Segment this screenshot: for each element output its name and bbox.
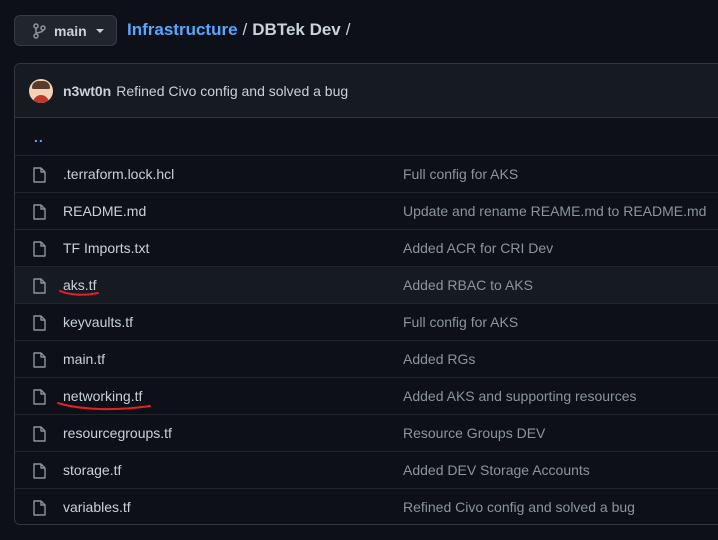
file-commit-message-link[interactable]: Added DEV Storage Accounts bbox=[403, 462, 590, 478]
latest-commit-bar: n3wt0n Refined Civo config and solved a … bbox=[15, 64, 718, 118]
file-name-link[interactable]: TF Imports.txt bbox=[63, 240, 149, 256]
git-branch-icon bbox=[31, 22, 47, 39]
breadcrumb-root-link[interactable]: Infrastructure bbox=[127, 20, 238, 40]
file-name-link[interactable]: aks.tf bbox=[63, 277, 96, 293]
file-row[interactable]: .terraform.lock.hcl Full config for AKS bbox=[15, 155, 718, 192]
parent-directory-row[interactable]: .. bbox=[15, 118, 718, 155]
file-row[interactable]: aks.tf Added RBAC to AKS bbox=[15, 266, 718, 303]
file-commit-message-link[interactable]: Added ACR for CRI Dev bbox=[403, 240, 553, 256]
breadcrumb-current: DBTek Dev bbox=[252, 20, 341, 39]
branch-selector-button[interactable]: main bbox=[14, 15, 117, 46]
file-icon bbox=[32, 352, 46, 368]
file-name-link[interactable]: .terraform.lock.hcl bbox=[63, 166, 174, 182]
file-icon bbox=[32, 315, 46, 331]
repo-topbar: main Infrastructure / DBTek Dev / bbox=[0, 0, 718, 62]
file-name-link[interactable]: resourcegroups.tf bbox=[63, 425, 172, 441]
breadcrumb-separator: / bbox=[242, 20, 248, 39]
file-name-link[interactable]: keyvaults.tf bbox=[63, 314, 133, 330]
file-name-link[interactable]: networking.tf bbox=[63, 388, 142, 404]
file-name-link[interactable]: storage.tf bbox=[63, 462, 121, 478]
file-commit-message-link[interactable]: Added RGs bbox=[403, 351, 475, 367]
file-icon bbox=[32, 241, 46, 257]
file-row[interactable]: resourcegroups.tf Resource Groups DEV bbox=[15, 414, 718, 451]
file-icon bbox=[32, 426, 46, 442]
file-icon bbox=[32, 204, 46, 220]
file-commit-message-link[interactable]: Full config for AKS bbox=[403, 166, 518, 182]
file-commit-message-link[interactable]: Refined Civo config and solved a bug bbox=[403, 499, 635, 515]
parent-directory-link[interactable]: .. bbox=[34, 129, 44, 145]
file-row[interactable]: README.md Update and rename REAME.md to R… bbox=[15, 192, 718, 229]
breadcrumb: Infrastructure / DBTek Dev / bbox=[127, 20, 356, 40]
file-commit-message-link[interactable]: Resource Groups DEV bbox=[403, 425, 545, 441]
file-icon bbox=[32, 278, 46, 294]
file-commit-message-link[interactable]: Added AKS and supporting resources bbox=[403, 388, 637, 404]
breadcrumb-separator-trailing: / bbox=[345, 20, 351, 39]
branch-name: main bbox=[54, 22, 87, 39]
file-name-link[interactable]: variables.tf bbox=[63, 499, 131, 515]
file-icon bbox=[32, 389, 46, 405]
avatar[interactable] bbox=[29, 78, 53, 103]
file-row[interactable]: variables.tf Refined Civo config and solv… bbox=[15, 488, 718, 524]
file-commit-message-link[interactable]: Full config for AKS bbox=[403, 314, 518, 330]
file-commit-message-link[interactable]: Added RBAC to AKS bbox=[403, 277, 533, 293]
file-icon bbox=[32, 167, 46, 183]
file-icon bbox=[32, 500, 46, 516]
file-name-link[interactable]: main.tf bbox=[63, 351, 105, 367]
file-row[interactable]: main.tf Added RGs bbox=[15, 340, 718, 377]
file-name-link[interactable]: README.md bbox=[63, 203, 146, 219]
file-commit-message-link[interactable]: Update and rename REAME.md to README.md bbox=[403, 203, 706, 219]
file-row[interactable]: keyvaults.tf Full config for AKS bbox=[15, 303, 718, 340]
file-row[interactable]: TF Imports.txt Added ACR for CRI Dev bbox=[15, 229, 718, 266]
file-icon bbox=[32, 463, 46, 479]
file-row[interactable]: storage.tf Added DEV Storage Accounts bbox=[15, 451, 718, 488]
file-row[interactable]: networking.tf Added AKS and supporting re… bbox=[15, 377, 718, 414]
commit-author-link[interactable]: n3wt0n bbox=[63, 83, 111, 99]
commit-message-link[interactable]: Refined Civo config and solved a bug bbox=[116, 83, 348, 99]
chevron-down-icon bbox=[95, 28, 104, 33]
file-listing: n3wt0n Refined Civo config and solved a … bbox=[14, 63, 718, 525]
